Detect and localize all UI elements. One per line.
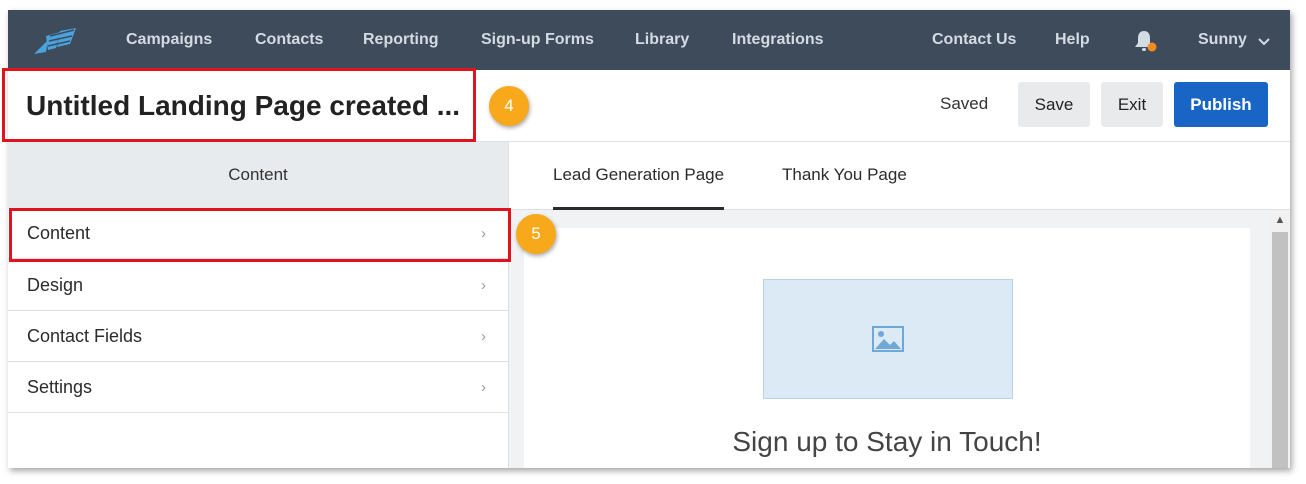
- image-icon: [872, 326, 904, 352]
- chevron-right-icon: ›: [481, 277, 486, 294]
- callout-badge-5: 5: [516, 214, 556, 254]
- exit-button[interactable]: Exit: [1101, 82, 1163, 127]
- chevron-down-icon[interactable]: [1258, 37, 1270, 47]
- tab-thank-you-page[interactable]: Thank You Page: [782, 142, 907, 210]
- sidebar-item-settings[interactable]: Settings ›: [8, 362, 508, 413]
- brand-logo-icon[interactable]: [30, 26, 84, 56]
- sidebar-item-design[interactable]: Design ›: [8, 260, 508, 311]
- nav-signup-forms[interactable]: Sign-up Forms: [481, 10, 594, 70]
- nav-campaigns[interactable]: Campaigns: [126, 10, 212, 70]
- tab-lead-generation-page[interactable]: Lead Generation Page: [553, 142, 725, 210]
- chevron-right-icon: ›: [481, 328, 486, 345]
- scrollbar-thumb[interactable]: [1272, 232, 1288, 468]
- top-nav: Campaigns Contacts Reporting Sign-up For…: [8, 10, 1290, 70]
- nav-contacts[interactable]: Contacts: [255, 10, 323, 70]
- page-tabs: Lead Generation Page Thank You Page: [509, 142, 1290, 210]
- callout-badge-4: 4: [489, 86, 529, 126]
- highlight-box-content: [9, 208, 511, 262]
- sidebar-item-label: Settings: [27, 377, 93, 397]
- nav-help[interactable]: Help: [1055, 10, 1090, 70]
- chevron-right-icon: ›: [481, 379, 486, 396]
- nav-integrations[interactable]: Integrations: [732, 10, 824, 70]
- user-menu[interactable]: Sunny: [1198, 10, 1247, 70]
- save-button[interactable]: Save: [1018, 82, 1090, 127]
- publish-button[interactable]: Publish: [1174, 82, 1268, 127]
- sidebar-item-label: Contact Fields: [27, 326, 143, 346]
- bell-icon[interactable]: [1132, 28, 1158, 54]
- save-status: Saved: [940, 94, 989, 113]
- sidebar-item-contact-fields[interactable]: Contact Fields ›: [8, 311, 508, 362]
- highlight-box-title: [2, 68, 476, 142]
- left-panel-heading: Content: [8, 142, 508, 208]
- preview-headline[interactable]: Sign up to Stay in Touch!: [524, 426, 1250, 458]
- scroll-up-icon[interactable]: ▲: [1270, 210, 1290, 230]
- nav-contact-us[interactable]: Contact Us: [932, 10, 1016, 70]
- sidebar-item-label: Design: [27, 275, 84, 295]
- nav-reporting[interactable]: Reporting: [363, 10, 439, 70]
- nav-library[interactable]: Library: [635, 10, 689, 70]
